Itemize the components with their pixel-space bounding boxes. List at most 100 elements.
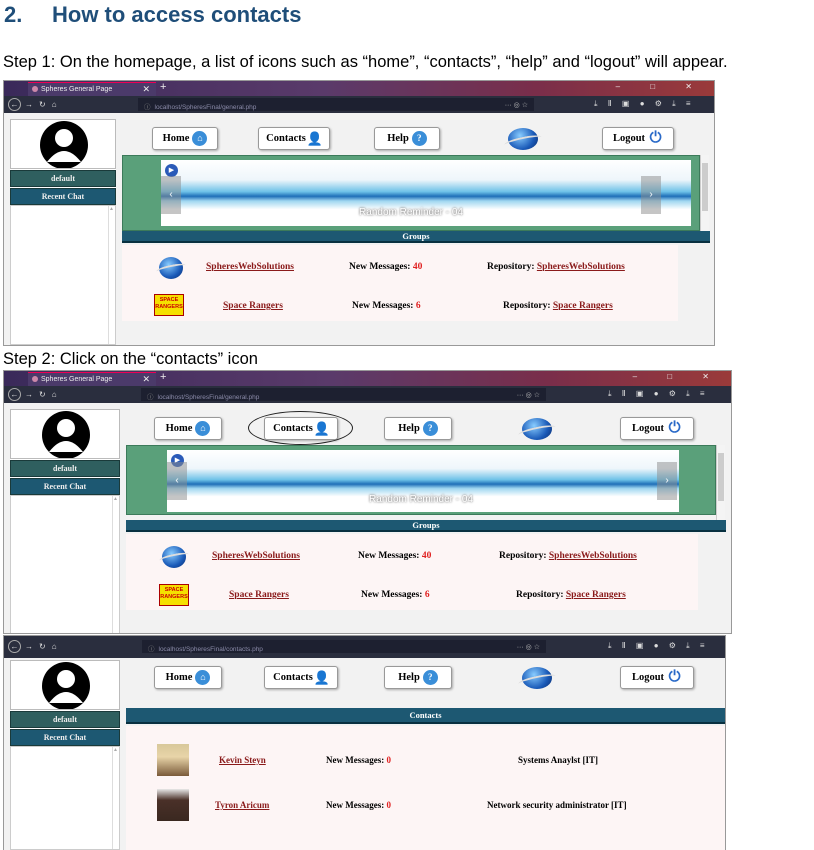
- back-icon[interactable]: ←: [8, 388, 21, 401]
- group-link-spheres[interactable]: SpheresWebSolutions: [206, 262, 294, 272]
- top-nav: Home ⌂ Contacts👤 Help? Logout ⏻: [154, 417, 714, 441]
- spheres-logo-icon: [522, 418, 552, 440]
- url-actions[interactable]: ··· ◎ ☆: [505, 101, 528, 109]
- home-button[interactable]: Home ⌂: [152, 127, 218, 150]
- spheres-group-logo-icon: [159, 257, 183, 279]
- home-nav-icon[interactable]: ⌂: [52, 100, 57, 109]
- window-controls[interactable]: – □ ✕: [633, 372, 723, 381]
- group-link-space-rangers[interactable]: Space Rangers: [223, 301, 283, 311]
- home-label: Home: [162, 133, 190, 144]
- repository-link[interactable]: SpheresWebSolutions: [537, 262, 625, 272]
- help-label: Help: [387, 133, 409, 144]
- url-bar[interactable]: ⓘ localhost/SpheresFinal/general.php ··· ◎…: [138, 98, 534, 111]
- logout-button[interactable]: Logout ⏻: [620, 666, 694, 689]
- section-heading: 2. How to access contacts: [4, 2, 301, 28]
- scrollbar[interactable]: ▲: [112, 747, 118, 849]
- close-tab-icon[interactable]: ✕: [142, 374, 150, 385]
- help-icon: ?: [411, 131, 427, 147]
- url-bar[interactable]: ⓘ localhost/SpheresFinal/general.php ··· ◎…: [141, 388, 546, 401]
- contact-link-tyron[interactable]: Tyron Aricum: [215, 800, 269, 810]
- home-label: Home: [165, 423, 193, 434]
- group-row-1: SpheresWebSolutions: [212, 551, 300, 561]
- group-link-spheres[interactable]: SpheresWebSolutions: [212, 551, 300, 561]
- home-nav-icon[interactable]: ⌂: [52, 642, 57, 651]
- home-button[interactable]: Home ⌂: [154, 417, 222, 440]
- back-icon[interactable]: ←: [8, 640, 21, 653]
- browser-tab[interactable]: Spheres General Page ✕: [28, 372, 156, 386]
- slide-caption: Random Reminder - 04: [359, 207, 463, 218]
- info-icon: ⓘ: [148, 646, 155, 653]
- contacts-button[interactable]: Contacts👤: [258, 127, 330, 150]
- logout-button[interactable]: Logout ⏻: [602, 127, 674, 150]
- group-row-2: Space Rangers: [229, 590, 289, 600]
- new-messages-count: 6: [415, 301, 421, 311]
- logout-label: Logout: [631, 672, 665, 683]
- window-controls[interactable]: – □ ✕: [616, 82, 706, 91]
- help-button[interactable]: Help?: [374, 127, 440, 150]
- person-icon: 👤: [306, 131, 324, 147]
- group-repository-1: Repository: SpheresWebSolutions: [499, 551, 637, 561]
- forward-icon[interactable]: →: [25, 100, 33, 109]
- url-text: localhost/SpheresFinal/general.php: [154, 104, 257, 111]
- help-button[interactable]: Help?: [384, 666, 452, 689]
- repository-link[interactable]: Space Rangers: [566, 590, 626, 600]
- space-rangers-logo: SPACE RANGERS: [159, 584, 189, 606]
- logout-label: Logout: [612, 133, 646, 144]
- logout-button[interactable]: Logout ⏻: [620, 417, 694, 440]
- reload-icon[interactable]: ↻: [39, 100, 46, 109]
- recent-chat-tab[interactable]: Recent Chat: [10, 729, 120, 746]
- forward-icon[interactable]: →: [25, 390, 33, 399]
- contacts-label: Contacts: [266, 133, 306, 144]
- group-link-space-rangers[interactable]: Space Rangers: [229, 590, 289, 600]
- slider-scrollbar[interactable]: [700, 155, 709, 231]
- avatar: [10, 119, 116, 169]
- logout-label: Logout: [631, 423, 665, 434]
- info-icon: ⓘ: [147, 394, 154, 401]
- scrollbar[interactable]: ▲: [112, 496, 118, 633]
- repository-link[interactable]: Space Rangers: [553, 301, 613, 311]
- favicon-icon: [32, 376, 38, 383]
- slider-scrollbar[interactable]: [716, 445, 725, 521]
- slide-caption: Random Reminder - 04: [369, 494, 473, 505]
- home-button[interactable]: Home ⌂: [154, 666, 222, 689]
- help-button[interactable]: Help?: [384, 417, 452, 440]
- tab-title: Spheres General Page: [41, 86, 113, 93]
- contacts-button[interactable]: Contacts👤: [264, 666, 338, 689]
- contact-role-2: Network security administrator [IT]: [487, 800, 627, 810]
- reload-icon[interactable]: ↻: [39, 642, 46, 651]
- scrollbar[interactable]: ▲: [108, 206, 114, 344]
- new-messages-label: New Messages:: [358, 551, 420, 561]
- browser-tab[interactable]: Spheres General Page ✕: [28, 82, 156, 96]
- repository-link[interactable]: SpheresWebSolutions: [549, 551, 637, 561]
- new-messages-count: 0: [386, 800, 391, 810]
- url-actions[interactable]: ··· ◎ ☆: [517, 643, 540, 651]
- reload-icon[interactable]: ↻: [39, 390, 46, 399]
- person-icon: 👤: [313, 670, 331, 686]
- recent-chat-box: ▲: [10, 205, 116, 345]
- home-nav-icon[interactable]: ⌂: [52, 390, 57, 399]
- nav-bar: ← → ↻ ⌂ ⓘ localhost/SpheresFinal/contacts.ph…: [4, 636, 725, 658]
- new-tab-icon[interactable]: +: [160, 81, 166, 93]
- url-actions[interactable]: ··· ◎ ☆: [517, 391, 540, 399]
- highlight-circle: [248, 411, 353, 445]
- toolbar-icons[interactable]: ⤓ Ⅱ ▣ ● ⚙ ⤓ ≡: [594, 99, 695, 109]
- url-bar[interactable]: ⓘ localhost/SpheresFinal/contacts.php ··· …: [142, 640, 546, 653]
- help-icon: ?: [422, 421, 438, 437]
- toolbar-icons[interactable]: ⤓ Ⅱ ▣ ● ⚙ ⤓ ≡: [608, 641, 709, 651]
- help-label: Help: [398, 672, 420, 683]
- contact-link-kevin[interactable]: Kevin Steyn: [219, 755, 266, 765]
- avatar-icon: [40, 121, 88, 168]
- recent-chat-tab[interactable]: Recent Chat: [10, 478, 120, 495]
- close-tab-icon[interactable]: ✕: [142, 84, 150, 95]
- spheres-logo-icon: [508, 128, 538, 150]
- recent-chat-box: ▲: [10, 495, 120, 633]
- forward-icon[interactable]: →: [25, 642, 33, 651]
- group-new-messages-2: New Messages: 6: [352, 301, 421, 311]
- new-tab-icon[interactable]: +: [160, 371, 166, 383]
- new-messages-label: New Messages:: [349, 262, 411, 272]
- contacts-panel: [126, 726, 725, 850]
- back-icon[interactable]: ←: [8, 98, 21, 111]
- recent-chat-tab[interactable]: Recent Chat: [10, 188, 116, 205]
- toolbar-icons[interactable]: ⤓ Ⅱ ▣ ● ⚙ ⤓ ≡: [608, 389, 709, 399]
- help-icon: ?: [422, 670, 438, 686]
